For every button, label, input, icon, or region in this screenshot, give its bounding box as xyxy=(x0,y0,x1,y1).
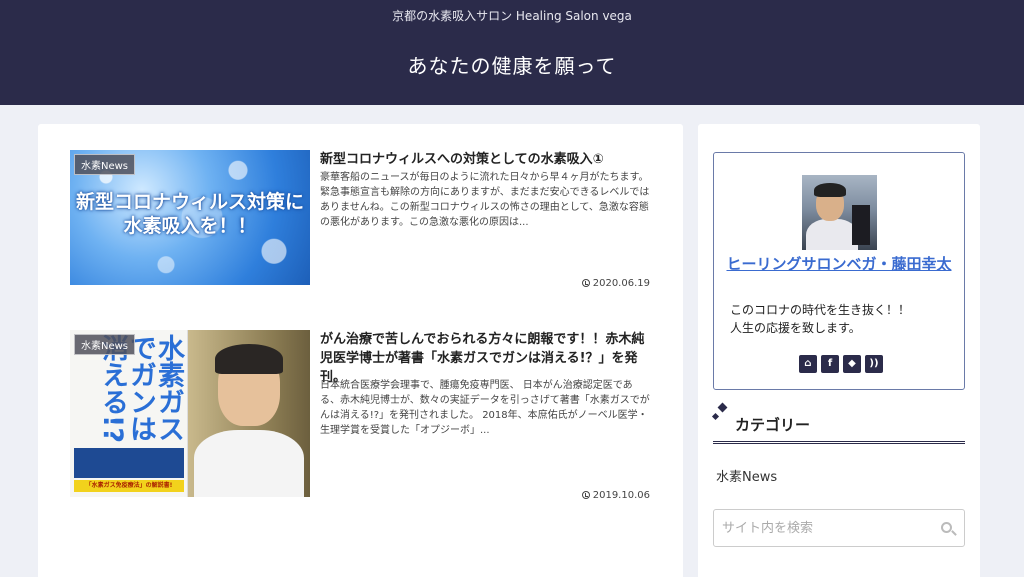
category-badge: 水素News xyxy=(74,334,136,355)
profile-name-link[interactable]: ヒーリングサロンベガ・藤田幸太 xyxy=(726,253,952,275)
diamond-icon xyxy=(713,404,733,424)
sidebar: ヒーリングサロンベガ・藤田幸太 このコロナの時代を生き抜く！！ 人生の応援を致し… xyxy=(698,124,980,577)
post-thumbnail[interactable]: 新型コロナウィルス対策に 水素吸入を！！ 水素News xyxy=(70,150,310,285)
thumbnail-text: 新型コロナウィルス対策に 水素吸入を！！ xyxy=(75,191,304,237)
social-links: ⌂ f ◆ )) xyxy=(799,355,883,373)
author-photo xyxy=(188,330,310,497)
search-icon[interactable] xyxy=(941,522,952,533)
post-snippet: 豪華客船のニュースが毎日のように流れた日々から早４ヶ月がたちます。緊急事態宣言も… xyxy=(320,172,650,228)
avatar xyxy=(802,175,877,250)
category-heading: カテゴリー xyxy=(713,404,965,444)
post-date: 2020.06.19 xyxy=(581,278,650,289)
post-title[interactable]: 新型コロナウィルスへの対策としての水素吸入① xyxy=(320,150,650,169)
category-heading-text: カテゴリー xyxy=(735,416,811,434)
book-band: 「水素ガス免疫療法」の解説書! xyxy=(74,480,184,492)
post-date: 2019.10.06 xyxy=(581,490,650,501)
home-icon[interactable]: ⌂ xyxy=(799,355,817,373)
clock-icon xyxy=(581,279,590,287)
coat-shape xyxy=(194,430,304,497)
category-link[interactable]: 水素News xyxy=(716,466,777,485)
feedly-icon[interactable]: ◆ xyxy=(843,355,861,373)
hair-shape xyxy=(215,344,283,374)
rss-icon[interactable]: )) xyxy=(865,355,883,373)
book-cover: 水素ガスでガンは消える!? 「水素ガス免疫療法」の解説書! xyxy=(70,330,188,497)
post-card[interactable]: 新型コロナウィルス対策に 水素吸入を！！ 水素News 新型コロナウィルスへの対… xyxy=(70,150,650,290)
post-card[interactable]: 水素ガスでガンは消える!? 「水素ガス免疫療法」の解説書! 水素News がん治… xyxy=(70,330,650,501)
search-input[interactable] xyxy=(722,516,932,540)
facebook-icon[interactable]: f xyxy=(821,355,839,373)
post-snippet: 日本統合医療学会理事で、腫瘍免疫専門医、 日本がん治療認定医である、赤木純児博士… xyxy=(320,380,650,436)
category-badge: 水素News xyxy=(74,154,136,175)
book-subtitle-block xyxy=(74,448,184,478)
site-title[interactable]: あなたの健康を願って xyxy=(0,50,1024,79)
profile-widget: ヒーリングサロンベガ・藤田幸太 このコロナの時代を生き抜く！！ 人生の応援を致し… xyxy=(713,152,965,390)
search-box xyxy=(713,509,965,547)
site-tagline[interactable]: 京都の水素吸入サロン Healing Salon vega xyxy=(0,7,1024,24)
site-header: 京都の水素吸入サロン Healing Salon vega あなたの健康を願って xyxy=(0,0,1024,105)
profile-description: このコロナの時代を生き抜く！！ 人生の応援を致します。 xyxy=(730,303,911,335)
post-thumbnail[interactable]: 水素ガスでガンは消える!? 「水素ガス免疫療法」の解説書! 水素News xyxy=(70,330,310,497)
main-content: 新型コロナウィルス対策に 水素吸入を！！ 水素News 新型コロナウィルスへの対… xyxy=(38,124,683,577)
clock-icon xyxy=(581,491,590,499)
